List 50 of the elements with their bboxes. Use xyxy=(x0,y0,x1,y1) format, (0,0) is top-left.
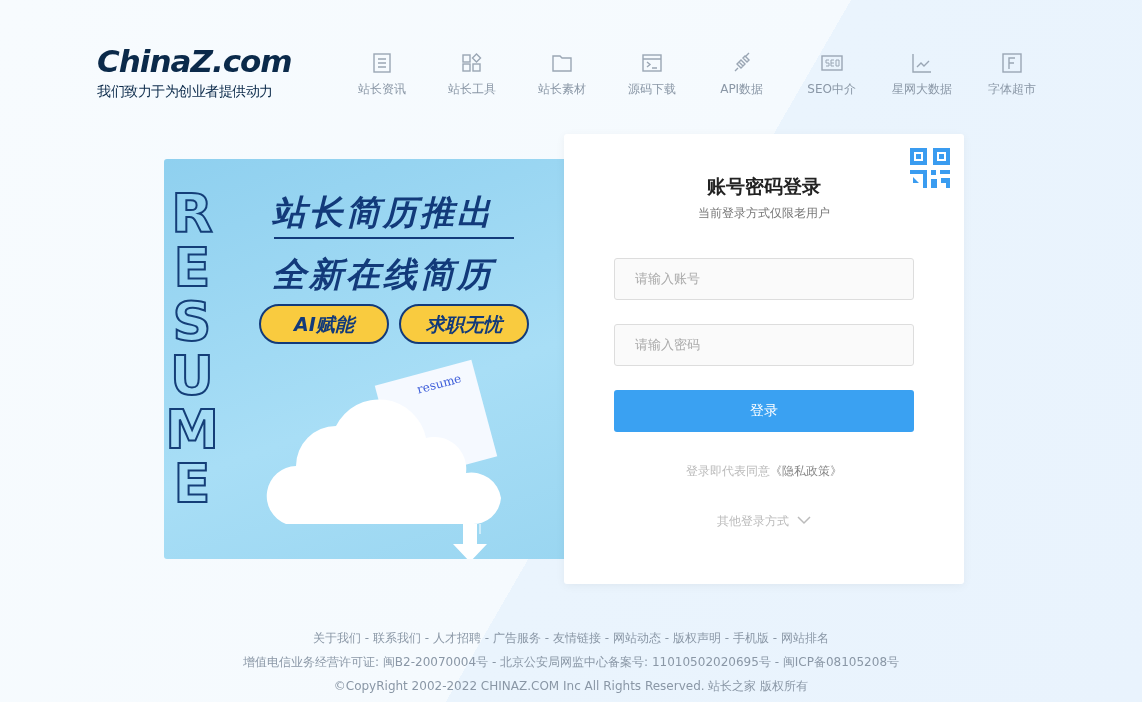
login-button[interactable]: 登录 xyxy=(614,389,914,432)
logo[interactable]: ChinaZ.com xyxy=(97,46,292,77)
grid-icon xyxy=(460,52,483,74)
footer-link[interactable]: 联系我们 xyxy=(373,631,421,645)
qr-code-icon[interactable] xyxy=(910,148,950,188)
nav-item[interactable]: 站长工具 xyxy=(435,46,508,102)
nav-item[interactable]: 源码下载 xyxy=(615,46,688,102)
form-subtitle: 当前登录方式仅限老用户 xyxy=(698,204,830,222)
seo-icon xyxy=(820,52,843,74)
font-icon xyxy=(1000,52,1023,74)
terminal-icon xyxy=(640,52,663,74)
footer-link[interactable]: 手机版 xyxy=(733,631,769,645)
privacy-policy-link[interactable]: 《隐私政策》 xyxy=(770,461,842,480)
banner-headline: 站长简历推出 xyxy=(272,191,494,234)
nav-item[interactable]: 星网大数据 xyxy=(885,46,958,102)
input-field[interactable]: 请输入密码 xyxy=(614,323,914,366)
separator: - xyxy=(364,631,370,645)
separator: - xyxy=(484,631,490,645)
chevron-down-icon xyxy=(797,516,811,525)
folder-icon xyxy=(550,52,573,74)
nav-item[interactable]: API数据 xyxy=(705,46,778,102)
line-chart-icon xyxy=(910,52,933,74)
other-login-toggle[interactable]: 其他登录方式 xyxy=(717,511,811,530)
vertical-title: RESUME xyxy=(164,187,220,511)
nav-item[interactable]: SEO中介 xyxy=(795,46,868,102)
form-title: 账号密码登录 xyxy=(707,174,821,199)
document-icon xyxy=(370,52,393,74)
footer-link[interactable]: 版权声明 xyxy=(673,631,721,645)
nav-item[interactable]: 站长资讯 xyxy=(345,46,418,102)
license-text: 增值电信业务经营许可证: 闽B2-20070004号 - 北京公安局网监中心备案号: 11010502020695号 - 闽ICP备08105208号 xyxy=(242,654,900,671)
copyright-text: ©CopyRight 2002-2022 CHINAZ.COM Inc All Rights Reserved. 站长之家 版权所有 xyxy=(332,678,810,695)
agreement-text: 登录即代表同意 xyxy=(686,462,770,480)
footer-link[interactable]: 关于我们 xyxy=(313,631,361,645)
separator: - xyxy=(424,631,430,645)
footer-link[interactable]: 友情链接 xyxy=(553,631,601,645)
separator: - xyxy=(724,631,730,645)
footer-link[interactable]: 广告服务 xyxy=(493,631,541,645)
banner-tag: AI赋能 xyxy=(259,304,389,344)
banner-tag: 求职无忧 xyxy=(399,304,529,344)
separator: - xyxy=(772,631,778,645)
footer-link[interactable]: 网站动态 xyxy=(613,631,661,645)
footer-link[interactable]: 网站排名 xyxy=(781,631,829,645)
footer-link[interactable]: 人才招聘 xyxy=(433,631,481,645)
nav-item[interactable]: 站长素材 xyxy=(525,46,598,102)
logo-slogan: 我们致力于为创业者提供动力 xyxy=(97,82,274,101)
separator: - xyxy=(664,631,670,645)
separator: - xyxy=(544,631,550,645)
input-field[interactable]: 请输入账号 xyxy=(614,257,914,300)
separator: - xyxy=(604,631,610,645)
nav-item[interactable]: 字体超市 xyxy=(975,46,1048,102)
